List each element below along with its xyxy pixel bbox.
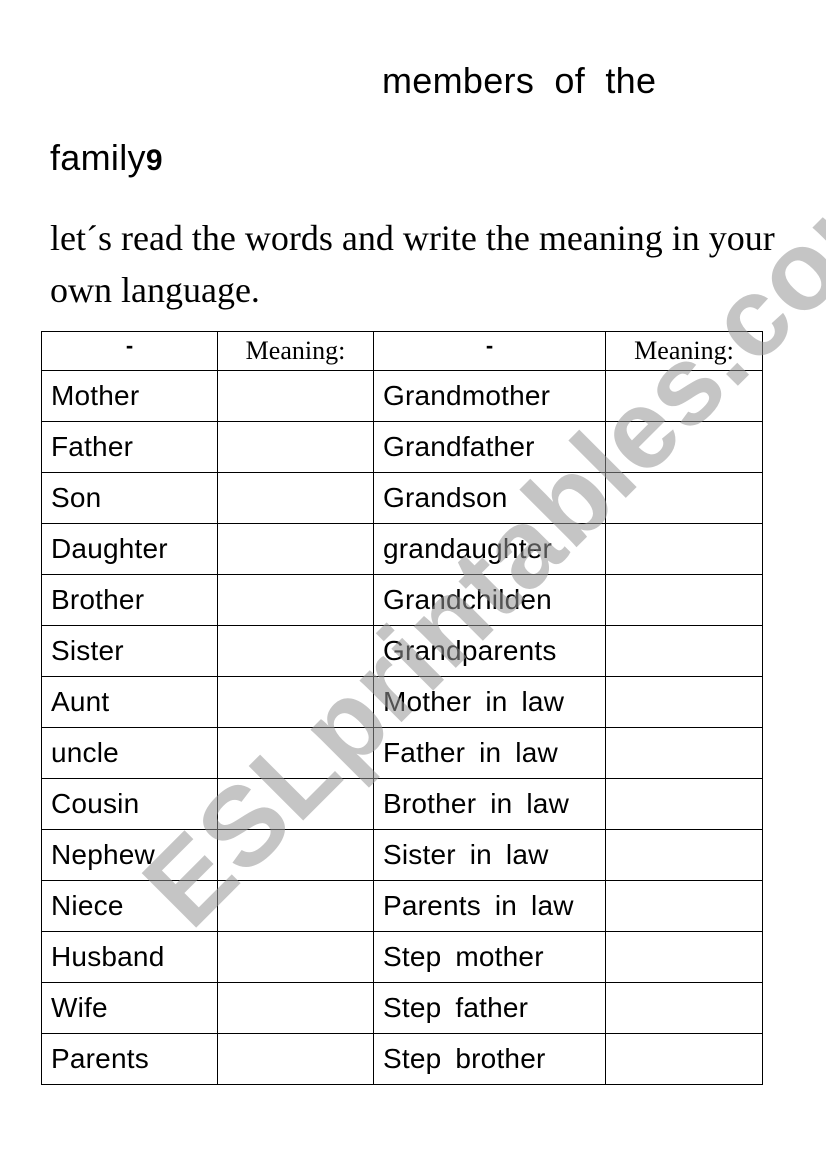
word-cell: Niece [41, 880, 218, 932]
meaning-cell[interactable] [605, 676, 763, 728]
meaning-cell[interactable] [217, 829, 374, 881]
word-cell: Step father [373, 982, 606, 1034]
title-bullet-glyph: 9 [145, 144, 163, 177]
word-cell: uncle [41, 727, 218, 779]
meaning-cell[interactable] [217, 727, 374, 779]
header-meaning-col-1: Meaning: [217, 331, 374, 371]
meaning-cell[interactable] [605, 829, 763, 881]
meaning-cell[interactable] [217, 778, 374, 830]
vocabulary-table: - Meaning: - Meaning: Mother Grandmother F… [41, 331, 763, 1085]
meaning-cell[interactable] [217, 625, 374, 677]
table-row: Aunt Mother in law [41, 676, 763, 728]
table-row: Father Grandfather [41, 421, 763, 473]
word-cell: Wife [41, 982, 218, 1034]
word-cell: Mother in law [373, 676, 606, 728]
meaning-cell[interactable] [217, 931, 374, 983]
word-cell: Husband [41, 931, 218, 983]
title-line-2: family9 [50, 137, 163, 179]
table-row: Cousin Brother in law [41, 778, 763, 830]
meaning-cell[interactable] [605, 880, 763, 932]
table-row: Wife Step father [41, 982, 763, 1034]
word-cell: Grandchilden [373, 574, 606, 626]
word-cell: Parents in law [373, 880, 606, 932]
word-cell: Parents [41, 1033, 218, 1085]
table-row: Niece Parents in law [41, 880, 763, 932]
meaning-cell[interactable] [605, 523, 763, 575]
word-cell: Brother in law [373, 778, 606, 830]
title-line-1: members of the [382, 60, 657, 101]
meaning-cell[interactable] [217, 880, 374, 932]
meaning-cell[interactable] [217, 472, 374, 524]
word-cell: Sister [41, 625, 218, 677]
word-cell: Brother [41, 574, 218, 626]
meaning-cell[interactable] [605, 1033, 763, 1085]
meaning-cell[interactable] [217, 421, 374, 473]
meaning-cell[interactable] [217, 370, 374, 422]
word-cell: Step mother [373, 931, 606, 983]
meaning-cell[interactable] [605, 727, 763, 779]
meaning-cell[interactable] [605, 472, 763, 524]
meaning-cell[interactable] [217, 523, 374, 575]
meaning-cell[interactable] [217, 1033, 374, 1085]
table-row: Husband Step mother [41, 931, 763, 983]
word-cell: Grandfather [373, 421, 606, 473]
word-cell: grandaughter [373, 523, 606, 575]
word-cell: Daughter [41, 523, 218, 575]
meaning-cell[interactable] [605, 982, 763, 1034]
table-row: Son Grandson [41, 472, 763, 524]
table-row: Mother Grandmother [41, 370, 763, 422]
meaning-cell[interactable] [217, 574, 374, 626]
meaning-cell[interactable] [605, 778, 763, 830]
table-row: uncle Father in law [41, 727, 763, 779]
table-header-row: - Meaning: - Meaning: [41, 331, 763, 371]
meaning-cell[interactable] [217, 982, 374, 1034]
worksheet-page: members of the family9 let´s read the wo… [0, 0, 826, 1169]
word-cell: Aunt [41, 676, 218, 728]
table-row: Nephew Sister in law [41, 829, 763, 881]
meaning-cell[interactable] [605, 625, 763, 677]
word-cell: Step brother [373, 1033, 606, 1085]
table-row: Sister Grandparents [41, 625, 763, 677]
table-row: Brother Grandchilden [41, 574, 763, 626]
word-cell: Cousin [41, 778, 218, 830]
header-word-col-2: - [373, 331, 606, 371]
word-cell: Mother [41, 370, 218, 422]
title-word: family [50, 137, 146, 178]
header-meaning-col-2: Meaning: [605, 331, 763, 371]
word-cell: Nephew [41, 829, 218, 881]
word-cell: Grandparents [373, 625, 606, 677]
word-cell: Son [41, 472, 218, 524]
table-row: Daughter grandaughter [41, 523, 763, 575]
word-cell: Grandmother [373, 370, 606, 422]
header-word-col-1: - [41, 331, 218, 371]
table-row: Parents Step brother [41, 1033, 763, 1085]
meaning-cell[interactable] [605, 421, 763, 473]
word-cell: Father in law [373, 727, 606, 779]
word-cell: Father [41, 421, 218, 473]
instructions: let´s read the words and write the meani… [50, 218, 775, 310]
meaning-cell[interactable] [217, 676, 374, 728]
meaning-cell[interactable] [605, 574, 763, 626]
word-cell: Sister in law [373, 829, 606, 881]
meaning-cell[interactable] [605, 931, 763, 983]
meaning-cell[interactable] [605, 370, 763, 422]
word-cell: Grandson [373, 472, 606, 524]
